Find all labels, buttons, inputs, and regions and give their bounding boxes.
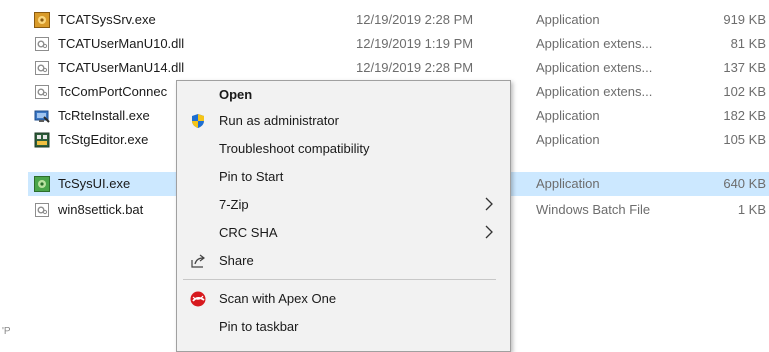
menu-item-label: Run as administrator	[219, 113, 339, 128]
file-name: TCATUserManU10.dll	[58, 36, 185, 51]
menu-item-label: Pin to taskbar	[219, 319, 299, 334]
menu-item-label: Share	[219, 253, 254, 268]
menu-item-open[interactable]: Open	[177, 83, 510, 107]
file-name: TcRteInstall.exe	[58, 108, 150, 123]
menu-item-label: CRC SHA	[219, 225, 278, 240]
file-size: 105 KB	[723, 132, 766, 147]
file-date: 12/19/2019 2:28 PM	[356, 60, 474, 75]
file-row-tcatusermanu14[interactable]: TCATUserManU14.dll 12/19/2019 2:28 PM Ap…	[28, 56, 769, 80]
file-size: 182 KB	[723, 108, 766, 123]
file-name: TCATSysSrv.exe	[58, 12, 156, 27]
menu-item-share[interactable]: Share	[177, 249, 510, 273]
file-size: 137 KB	[723, 60, 766, 75]
chevron-right-icon	[484, 224, 494, 240]
dll-icon	[34, 84, 50, 100]
dll-icon	[34, 36, 50, 52]
file-name: TcComPortConnec	[58, 84, 168, 99]
menu-item-label: 7-Zip	[219, 197, 249, 212]
file-type: Application extens...	[536, 36, 653, 51]
uac-shield-icon	[190, 113, 206, 129]
file-type: Application extens...	[536, 84, 653, 99]
share-icon	[190, 253, 206, 269]
menu-item-pin-taskbar[interactable]: Pin to taskbar	[177, 315, 510, 339]
menu-separator	[183, 279, 496, 280]
menu-item-run-as-admin[interactable]: Run as administrator	[177, 109, 510, 133]
file-type: Application	[536, 12, 600, 27]
dll-icon	[34, 60, 50, 76]
file-size: 81 KB	[730, 36, 766, 51]
file-size: 102 KB	[723, 84, 766, 99]
file-row-tcatsyssrv[interactable]: TCATSysSrv.exe 12/19/2019 2:28 PM Applic…	[28, 8, 769, 32]
menu-item-crc-sha[interactable]: CRC SHA	[177, 221, 510, 245]
file-name: TCATUserManU14.dll	[58, 60, 185, 75]
menu-item-scan-apex[interactable]: Scan with Apex One	[177, 287, 510, 311]
file-type: Windows Batch File	[536, 202, 651, 217]
file-row-tcatusermanu10[interactable]: TCATUserManU10.dll 12/19/2019 1:19 PM Ap…	[28, 32, 769, 56]
exe-gear-icon	[34, 12, 50, 28]
context-menu: Open Run as administrator Troubleshoot c…	[176, 80, 511, 352]
cutoff-text: 'P	[2, 326, 11, 337]
installer-icon	[34, 108, 50, 124]
file-type: Application extens...	[536, 60, 653, 75]
menu-item-label: Troubleshoot compatibility	[219, 141, 370, 156]
editor-icon	[34, 132, 50, 148]
menu-item-label: Pin to Start	[219, 169, 284, 184]
file-date: 12/19/2019 1:19 PM	[356, 36, 474, 51]
file-name: TcSysUI.exe	[58, 176, 131, 191]
menu-item-7zip[interactable]: 7-Zip	[177, 193, 510, 217]
menu-item-label: Open	[219, 87, 253, 102]
file-name: win8settick.bat	[58, 202, 144, 217]
file-type: Application	[536, 132, 600, 147]
bat-icon	[34, 202, 50, 218]
menu-item-pin-to-start[interactable]: Pin to Start	[177, 165, 510, 189]
menu-item-troubleshoot[interactable]: Troubleshoot compatibility	[177, 137, 510, 161]
menu-item-label: Scan with Apex One	[219, 291, 337, 306]
file-size: 640 KB	[723, 176, 766, 191]
file-size: 919 KB	[723, 12, 766, 27]
file-size: 1 KB	[737, 202, 766, 217]
apex-one-icon	[190, 291, 206, 307]
chevron-right-icon	[484, 196, 494, 212]
file-type: Application	[536, 176, 600, 191]
file-date: 12/19/2019 2:28 PM	[356, 12, 474, 27]
file-name: TcStgEditor.exe	[58, 132, 149, 147]
file-type: Application	[536, 108, 600, 123]
sysui-icon	[34, 176, 50, 192]
